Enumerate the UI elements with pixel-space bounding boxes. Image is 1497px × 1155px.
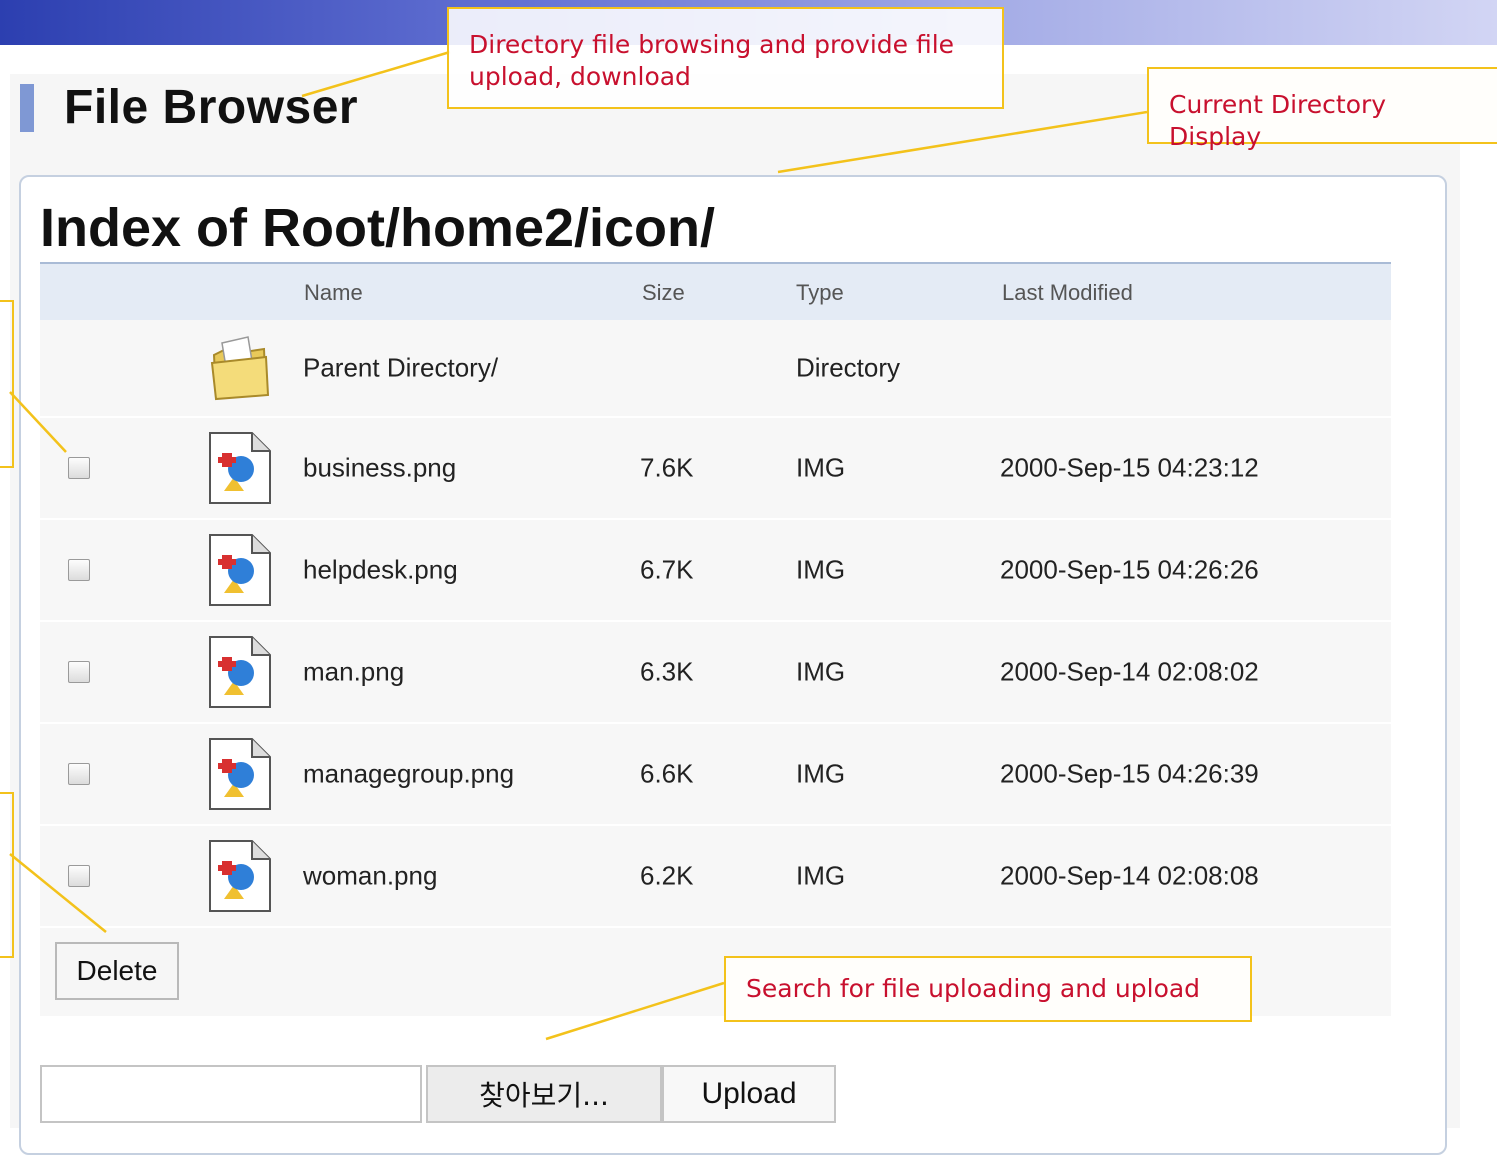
- file-last-modified: 2000-Sep-15 04:26:39: [1000, 758, 1259, 789]
- file-type: IMG: [796, 758, 846, 789]
- file-select-checkbox[interactable]: [68, 763, 90, 785]
- file-last-modified: 2000-Sep-14 02:08:08: [1000, 860, 1259, 891]
- file-type: IMG: [796, 656, 846, 687]
- image-file-icon: [209, 840, 271, 912]
- file-size: 6.7K: [640, 554, 694, 585]
- browse-button[interactable]: 찾아보기...: [426, 1065, 662, 1123]
- file-size: 6.2K: [640, 860, 694, 891]
- delete-button[interactable]: Delete: [55, 942, 179, 1000]
- column-header-size[interactable]: Size: [642, 280, 685, 306]
- current-directory-heading: Index of Root/home2/icon/: [40, 198, 716, 258]
- folder-icon: [210, 336, 270, 401]
- upload-button[interactable]: Upload: [662, 1065, 836, 1123]
- checkbox-callout-bracket: [0, 300, 14, 468]
- file-name-link[interactable]: business.png: [303, 453, 456, 484]
- image-file-icon: [209, 534, 271, 606]
- page-title: File Browser: [64, 81, 359, 134]
- file-size: 6.6K: [640, 758, 694, 789]
- image-file-icon: [209, 432, 271, 504]
- parent-directory-link[interactable]: Parent Directory/: [303, 353, 498, 384]
- file-name-link[interactable]: managegroup.png: [303, 759, 514, 790]
- table-row: helpdesk.png 6.7K IMG 2000-Sep-15 04:26:…: [40, 520, 1391, 622]
- file-type: IMG: [796, 554, 846, 585]
- column-header-type[interactable]: Type: [796, 280, 844, 306]
- file-name-link[interactable]: man.png: [303, 657, 404, 688]
- file-name-link[interactable]: woman.png: [303, 861, 437, 892]
- parent-directory-row[interactable]: Parent Directory/ Directory: [40, 320, 1391, 418]
- table-row: man.png 6.3K IMG 2000-Sep-14 02:08:02: [40, 622, 1391, 724]
- callout-upload: Search for file uploading and upload: [724, 956, 1252, 1022]
- image-file-icon: [209, 636, 271, 708]
- file-last-modified: 2000-Sep-15 04:26:26: [1000, 554, 1259, 585]
- file-select-checkbox[interactable]: [68, 559, 90, 581]
- file-select-checkbox[interactable]: [68, 865, 90, 887]
- file-last-modified: 2000-Sep-15 04:23:12: [1000, 452, 1259, 483]
- title-accent-bar: [20, 84, 34, 132]
- column-header-name[interactable]: Name: [304, 280, 363, 306]
- file-type: IMG: [796, 860, 846, 891]
- callout-file-browsing: Directory file browsing and provide file…: [447, 7, 1004, 109]
- image-file-icon: [209, 738, 271, 810]
- column-header-last-modified[interactable]: Last Modified: [1002, 280, 1133, 306]
- table-row: woman.png 6.2K IMG 2000-Sep-14 02:08:08: [40, 826, 1391, 928]
- parent-directory-type: Directory: [796, 352, 901, 383]
- file-select-checkbox[interactable]: [68, 661, 90, 683]
- file-size: 6.3K: [640, 656, 694, 687]
- upload-form: 찾아보기... Upload: [40, 1065, 836, 1125]
- table-row: managegroup.png 6.6K IMG 2000-Sep-15 04:…: [40, 724, 1391, 826]
- table-row: business.png 7.6K IMG 2000-Sep-15 04:23:…: [40, 418, 1391, 520]
- upload-file-path-input[interactable]: [40, 1065, 422, 1123]
- delete-callout-bracket: [0, 792, 14, 958]
- callout-current-directory: Current Directory Display: [1147, 67, 1497, 151]
- file-name-link[interactable]: helpdesk.png: [303, 555, 458, 586]
- file-size: 7.6K: [640, 452, 694, 483]
- table-header: Name Size Type Last Modified: [40, 262, 1391, 320]
- file-select-checkbox[interactable]: [68, 457, 90, 479]
- file-table: Name Size Type Last Modified Parent Dire…: [40, 262, 1391, 1016]
- file-type: IMG: [796, 452, 846, 483]
- file-last-modified: 2000-Sep-14 02:08:02: [1000, 656, 1259, 687]
